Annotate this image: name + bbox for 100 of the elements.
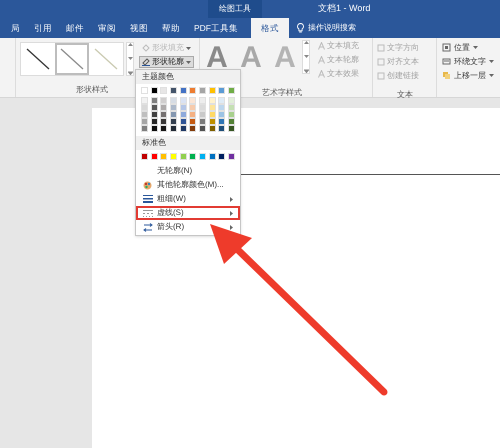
color-swatch[interactable] <box>208 104 216 111</box>
color-swatch[interactable] <box>170 153 177 160</box>
ribbon-tab[interactable]: 引用 <box>27 18 59 38</box>
caret-icon <box>489 74 494 77</box>
tell-me-search[interactable]: 操作说明搜索 <box>308 22 356 34</box>
color-swatch[interactable] <box>198 118 206 125</box>
ribbon-tab[interactable]: 帮助 <box>155 18 187 38</box>
color-swatch[interactable] <box>208 153 216 160</box>
arrange-button[interactable]: 环绕文字 <box>442 56 494 67</box>
color-swatch[interactable] <box>228 125 235 132</box>
color-swatch[interactable] <box>218 125 226 132</box>
submenu-arrow-icon <box>230 210 233 216</box>
scroll-up-icon <box>304 41 308 44</box>
color-swatch[interactable] <box>189 118 196 125</box>
color-swatch[interactable] <box>218 111 226 118</box>
arrange-button[interactable]: 上移一层 <box>442 70 494 81</box>
color-swatch[interactable] <box>198 111 206 118</box>
color-swatch[interactable] <box>141 104 148 111</box>
ribbon-tab[interactable]: 格式 <box>251 18 289 38</box>
color-swatch[interactable] <box>170 104 177 111</box>
color-swatch[interactable] <box>228 97 235 104</box>
color-swatch[interactable] <box>198 125 206 132</box>
color-swatch[interactable] <box>180 153 187 160</box>
color-swatch[interactable] <box>150 111 158 118</box>
line-style-thumbnail[interactable] <box>55 43 89 75</box>
menu-item[interactable]: 粗细(W) <box>136 192 240 206</box>
menu-item[interactable]: 箭头(R) <box>136 220 240 234</box>
color-swatch[interactable] <box>170 111 177 118</box>
color-swatch[interactable] <box>180 87 187 94</box>
color-swatch[interactable] <box>180 111 187 118</box>
color-swatch[interactable] <box>160 125 168 132</box>
color-swatch[interactable] <box>150 104 158 111</box>
color-swatch[interactable] <box>150 118 158 125</box>
layers-icon <box>442 71 451 80</box>
color-swatch[interactable] <box>198 104 206 111</box>
gallery-scroll[interactable] <box>302 40 310 74</box>
color-swatch[interactable] <box>228 153 235 160</box>
color-swatch[interactable] <box>208 97 216 104</box>
color-swatch[interactable] <box>218 153 226 160</box>
scroll-down-icon <box>304 55 308 58</box>
color-swatch[interactable] <box>160 153 168 160</box>
color-swatch[interactable] <box>189 153 196 160</box>
color-swatch[interactable] <box>189 87 196 94</box>
color-swatch[interactable] <box>141 111 148 118</box>
color-swatch[interactable] <box>189 111 196 118</box>
color-swatch[interactable] <box>141 118 148 125</box>
color-swatch[interactable] <box>160 118 168 125</box>
ribbon-tab[interactable]: 局 <box>4 18 27 38</box>
text-box-icon <box>377 44 385 52</box>
color-swatch[interactable] <box>198 153 206 160</box>
color-swatch[interactable] <box>160 104 168 111</box>
color-swatch[interactable] <box>189 104 196 111</box>
color-swatch[interactable] <box>198 87 206 94</box>
color-swatch[interactable] <box>141 97 148 104</box>
menu-item[interactable]: 无轮廓(N) <box>136 164 240 178</box>
menu-item[interactable]: 其他轮廓颜色(M)... <box>136 178 240 192</box>
color-swatch[interactable] <box>150 97 158 104</box>
color-swatch[interactable] <box>218 104 226 111</box>
color-swatch[interactable] <box>141 87 148 94</box>
arrange-button[interactable]: 位置 <box>442 42 494 53</box>
gallery-scroll[interactable] <box>126 42 134 76</box>
color-swatch[interactable] <box>228 87 235 94</box>
color-swatch[interactable] <box>160 97 168 104</box>
color-swatch[interactable] <box>208 125 216 132</box>
color-swatch[interactable] <box>218 97 226 104</box>
color-swatch[interactable] <box>141 153 148 160</box>
color-swatch[interactable] <box>189 125 196 132</box>
color-swatch[interactable] <box>170 87 177 94</box>
color-swatch[interactable] <box>208 87 216 94</box>
color-swatch[interactable] <box>170 97 177 104</box>
color-swatch[interactable] <box>180 118 187 125</box>
color-swatch[interactable] <box>198 97 206 104</box>
color-swatch[interactable] <box>150 87 158 94</box>
color-swatch[interactable] <box>218 87 226 94</box>
color-swatch[interactable] <box>208 111 216 118</box>
ribbon-tab[interactable]: PDF工具集 <box>187 18 245 38</box>
color-swatch[interactable] <box>208 118 216 125</box>
caret-icon <box>473 46 478 49</box>
color-swatch[interactable] <box>160 111 168 118</box>
color-swatch[interactable] <box>141 125 148 132</box>
color-swatch[interactable] <box>218 118 226 125</box>
color-swatch[interactable] <box>228 104 235 111</box>
color-swatch[interactable] <box>150 125 158 132</box>
ribbon-tab[interactable]: 审阅 <box>91 18 123 38</box>
color-swatch[interactable] <box>170 118 177 125</box>
color-swatch[interactable] <box>170 125 177 132</box>
color-swatch[interactable] <box>150 153 158 160</box>
letter-a-icon <box>318 56 325 64</box>
text-box-icon <box>377 58 385 66</box>
ribbon-tab[interactable]: 视图 <box>123 18 155 38</box>
ribbon-tab[interactable]: 邮件 <box>59 18 91 38</box>
shape-format-button[interactable]: 形状轮廓 <box>139 56 194 68</box>
color-swatch[interactable] <box>160 87 168 94</box>
color-swatch[interactable] <box>228 118 235 125</box>
color-swatch[interactable] <box>180 97 187 104</box>
menu-item[interactable]: 虚线(S) <box>136 206 240 220</box>
color-swatch[interactable] <box>189 97 196 104</box>
color-swatch[interactable] <box>180 125 187 132</box>
color-swatch[interactable] <box>228 111 235 118</box>
color-swatch[interactable] <box>180 104 187 111</box>
